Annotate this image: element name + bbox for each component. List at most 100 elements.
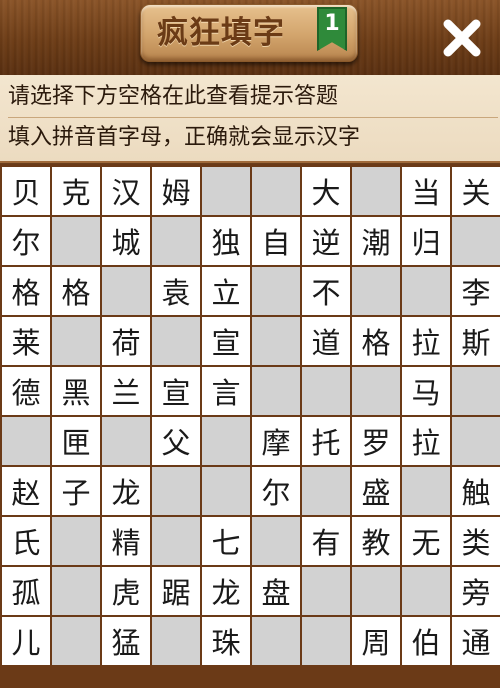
empty-cell[interactable] <box>302 467 350 515</box>
filled-cell[interactable]: 类 <box>452 517 500 565</box>
filled-cell[interactable]: 道 <box>302 317 350 365</box>
empty-cell[interactable] <box>352 167 400 215</box>
filled-cell[interactable]: 触 <box>452 467 500 515</box>
empty-cell[interactable] <box>402 267 450 315</box>
empty-cell[interactable] <box>252 317 300 365</box>
filled-cell[interactable]: 精 <box>102 517 150 565</box>
filled-cell[interactable]: 罗 <box>352 417 400 465</box>
filled-cell[interactable]: 儿 <box>2 617 50 665</box>
filled-cell[interactable]: 关 <box>452 167 500 215</box>
filled-cell[interactable]: 伯 <box>402 617 450 665</box>
empty-cell[interactable] <box>152 617 200 665</box>
empty-cell[interactable] <box>252 517 300 565</box>
empty-cell[interactable] <box>252 617 300 665</box>
empty-cell[interactable] <box>202 467 250 515</box>
filled-cell[interactable]: 斯 <box>452 317 500 365</box>
filled-cell[interactable]: 珠 <box>202 617 250 665</box>
empty-cell[interactable] <box>52 517 100 565</box>
filled-cell[interactable]: 德 <box>2 367 50 415</box>
empty-cell[interactable] <box>302 617 350 665</box>
filled-cell[interactable]: 盛 <box>352 467 400 515</box>
filled-cell[interactable]: 逆 <box>302 217 350 265</box>
filled-cell[interactable]: 立 <box>202 267 250 315</box>
filled-cell[interactable]: 马 <box>402 367 450 415</box>
empty-cell[interactable] <box>102 267 150 315</box>
empty-cell[interactable] <box>252 367 300 415</box>
empty-cell[interactable] <box>252 167 300 215</box>
filled-cell[interactable]: 格 <box>52 267 100 315</box>
empty-cell[interactable] <box>352 367 400 415</box>
filled-cell[interactable]: 汉 <box>102 167 150 215</box>
filled-cell[interactable]: 有 <box>302 517 350 565</box>
filled-cell[interactable]: 匣 <box>52 417 100 465</box>
empty-cell[interactable] <box>452 367 500 415</box>
filled-cell[interactable]: 言 <box>202 367 250 415</box>
filled-cell[interactable]: 贝 <box>2 167 50 215</box>
filled-cell[interactable]: 克 <box>52 167 100 215</box>
filled-cell[interactable]: 宣 <box>202 317 250 365</box>
empty-cell[interactable] <box>152 217 200 265</box>
filled-cell[interactable]: 周 <box>352 617 400 665</box>
empty-cell[interactable] <box>202 417 250 465</box>
empty-cell[interactable] <box>152 517 200 565</box>
filled-cell[interactable]: 格 <box>352 317 400 365</box>
filled-cell[interactable]: 当 <box>402 167 450 215</box>
close-button[interactable] <box>436 12 488 64</box>
filled-cell[interactable]: 托 <box>302 417 350 465</box>
filled-cell[interactable]: 不 <box>302 267 350 315</box>
filled-cell[interactable]: 兰 <box>102 367 150 415</box>
filled-cell[interactable]: 宣 <box>152 367 200 415</box>
empty-cell[interactable] <box>52 567 100 615</box>
filled-cell[interactable]: 氏 <box>2 517 50 565</box>
filled-cell[interactable]: 教 <box>352 517 400 565</box>
filled-cell[interactable]: 踞 <box>152 567 200 615</box>
filled-cell[interactable]: 七 <box>202 517 250 565</box>
empty-cell[interactable] <box>202 167 250 215</box>
empty-cell[interactable] <box>52 617 100 665</box>
filled-cell[interactable]: 格 <box>2 267 50 315</box>
empty-cell[interactable] <box>52 217 100 265</box>
filled-cell[interactable]: 拉 <box>402 417 450 465</box>
filled-cell[interactable]: 李 <box>452 267 500 315</box>
filled-cell[interactable]: 莱 <box>2 317 50 365</box>
filled-cell[interactable]: 尔 <box>252 467 300 515</box>
empty-cell[interactable] <box>352 267 400 315</box>
empty-cell[interactable] <box>2 417 50 465</box>
filled-cell[interactable]: 子 <box>52 467 100 515</box>
empty-cell[interactable] <box>302 567 350 615</box>
empty-cell[interactable] <box>152 467 200 515</box>
filled-cell[interactable]: 自 <box>252 217 300 265</box>
filled-cell[interactable]: 归 <box>402 217 450 265</box>
empty-cell[interactable] <box>302 367 350 415</box>
filled-cell[interactable]: 龙 <box>202 567 250 615</box>
filled-cell[interactable]: 赵 <box>2 467 50 515</box>
empty-cell[interactable] <box>152 317 200 365</box>
filled-cell[interactable]: 大 <box>302 167 350 215</box>
empty-cell[interactable] <box>102 417 150 465</box>
filled-cell[interactable]: 猛 <box>102 617 150 665</box>
empty-cell[interactable] <box>352 567 400 615</box>
empty-cell[interactable] <box>452 417 500 465</box>
filled-cell[interactable]: 摩 <box>252 417 300 465</box>
empty-cell[interactable] <box>52 317 100 365</box>
filled-cell[interactable]: 独 <box>202 217 250 265</box>
empty-cell[interactable] <box>402 467 450 515</box>
filled-cell[interactable]: 父 <box>152 417 200 465</box>
filled-cell[interactable]: 虎 <box>102 567 150 615</box>
filled-cell[interactable]: 孤 <box>2 567 50 615</box>
empty-cell[interactable] <box>252 267 300 315</box>
filled-cell[interactable]: 城 <box>102 217 150 265</box>
filled-cell[interactable]: 荷 <box>102 317 150 365</box>
filled-cell[interactable]: 尔 <box>2 217 50 265</box>
empty-cell[interactable] <box>402 567 450 615</box>
filled-cell[interactable]: 袁 <box>152 267 200 315</box>
filled-cell[interactable]: 拉 <box>402 317 450 365</box>
filled-cell[interactable]: 旁 <box>452 567 500 615</box>
filled-cell[interactable]: 盘 <box>252 567 300 615</box>
filled-cell[interactable]: 黑 <box>52 367 100 415</box>
filled-cell[interactable]: 潮 <box>352 217 400 265</box>
filled-cell[interactable]: 通 <box>452 617 500 665</box>
filled-cell[interactable]: 姆 <box>152 167 200 215</box>
empty-cell[interactable] <box>452 217 500 265</box>
filled-cell[interactable]: 无 <box>402 517 450 565</box>
